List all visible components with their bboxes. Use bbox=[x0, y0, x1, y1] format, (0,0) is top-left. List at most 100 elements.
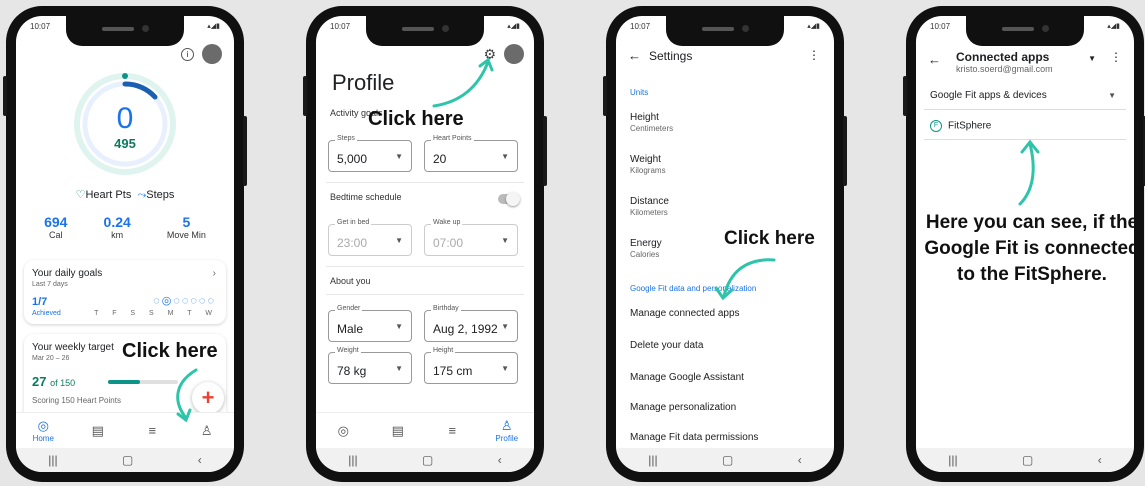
system-nav: ||| ▢ ‹ bbox=[316, 448, 534, 472]
back-arrow-icon[interactable]: ← bbox=[628, 48, 641, 63]
heart-points-goal-select[interactable]: Heart Points 20 ▼ bbox=[424, 135, 518, 172]
dropdown-icon: ▼ bbox=[395, 322, 403, 331]
tab-journal[interactable]: ▤ bbox=[78, 423, 118, 439]
steps-goal-value: 5,000 bbox=[337, 152, 368, 166]
connected-app-item[interactable]: F FitSphere bbox=[924, 114, 1126, 140]
birthday-select[interactable]: Birthday Aug 2, 1992 ▼ bbox=[424, 305, 518, 342]
recents-button[interactable]: ||| bbox=[348, 453, 357, 467]
setting-weight[interactable]: Weight Kilograms bbox=[630, 154, 666, 175]
heart-icon: ♡ bbox=[75, 189, 86, 201]
tab-home-label: Home bbox=[32, 434, 54, 443]
avatar[interactable] bbox=[202, 44, 222, 64]
legend-steps: Steps bbox=[146, 189, 175, 201]
delete-data-link[interactable]: Delete your data bbox=[630, 340, 703, 351]
status-time: 10:07 bbox=[330, 22, 351, 31]
get-in-bed-label: Get in bed bbox=[335, 219, 372, 226]
notch bbox=[966, 16, 1084, 46]
arrow-icon bbox=[1018, 139, 1040, 206]
setting-label: Height bbox=[630, 112, 659, 123]
back-nav-button[interactable]: ‹ bbox=[798, 453, 802, 467]
steps-label: Steps bbox=[335, 135, 357, 142]
gender-select[interactable]: Gender Male ▼ bbox=[328, 305, 412, 342]
status-time: 10:07 bbox=[630, 22, 651, 31]
tab-home[interactable]: ◎ Home bbox=[23, 418, 63, 443]
steps-value: 495 bbox=[114, 136, 136, 151]
dropdown-icon: ▼ bbox=[395, 236, 403, 245]
back-nav-button[interactable]: ‹ bbox=[198, 453, 202, 467]
weekly-scoring: Scoring 150 Heart Points bbox=[32, 396, 121, 405]
day-circles: ◌◎◌◌◌◌◌ bbox=[153, 295, 216, 307]
dropdown-icon: ▼ bbox=[395, 364, 403, 373]
recents-button[interactable]: ||| bbox=[648, 453, 657, 467]
stat-value: 0.24 bbox=[103, 214, 131, 230]
wake-up-select[interactable]: Wake up 07:00 ▼ bbox=[424, 219, 518, 256]
account-email: kristo.soerd@gmail.com bbox=[956, 64, 1053, 74]
daily-goals-title: Your daily goals bbox=[32, 268, 103, 279]
recents-button[interactable]: ||| bbox=[48, 453, 57, 467]
get-in-bed-value: 23:00 bbox=[337, 236, 368, 250]
back-arrow-icon[interactable]: ← bbox=[928, 52, 941, 67]
setting-label: Weight bbox=[630, 154, 661, 165]
home-nav-button[interactable]: ▢ bbox=[422, 453, 433, 467]
fitsphere-icon: F bbox=[930, 120, 942, 132]
divider bbox=[326, 294, 524, 295]
phone-home: 10:07 ▴◢▮ i 0 495 ♡Heart Pts ⤳Steps 694 Ca… bbox=[3, 6, 247, 482]
steps-icon: ⤳ bbox=[137, 189, 147, 201]
manage-connected-apps-link[interactable]: Manage connected apps bbox=[630, 308, 740, 319]
home-nav-button[interactable]: ▢ bbox=[722, 453, 733, 467]
day-labels: T F S S M T W bbox=[94, 310, 218, 317]
tab-home[interactable]: ◎ bbox=[323, 423, 363, 439]
arrow-icon bbox=[714, 258, 776, 301]
back-nav-button[interactable]: ‹ bbox=[1098, 453, 1102, 467]
more-vert-icon[interactable]: ⋮ bbox=[808, 48, 820, 62]
steps-goal-select[interactable]: Steps 5,000 ▼ bbox=[328, 135, 412, 172]
divider bbox=[326, 266, 524, 267]
bottom-tabs: ◎ ▤ ≡ ♙ Profile bbox=[316, 412, 534, 448]
setting-height[interactable]: Height Centimeters bbox=[630, 112, 673, 133]
annotation-click-1: Click here bbox=[122, 340, 218, 362]
gender-value: Male bbox=[337, 322, 364, 336]
stat-value: 5 bbox=[182, 214, 191, 230]
annotation-click-3: Click here bbox=[724, 228, 815, 249]
bedtime-toggle[interactable] bbox=[498, 192, 520, 206]
setting-value: Kilograms bbox=[630, 166, 666, 175]
avatar[interactable] bbox=[504, 44, 524, 64]
height-select[interactable]: Height 175 cm ▼ bbox=[424, 347, 518, 384]
apps-filter-select[interactable]: Google Fit apps & devices ▼ bbox=[924, 82, 1126, 110]
height-label: Height bbox=[431, 347, 456, 354]
connected-app-name: FitSphere bbox=[948, 120, 992, 132]
setting-value: Kilometers bbox=[630, 208, 668, 217]
tab-browse[interactable]: ≡ bbox=[432, 423, 472, 438]
system-nav: ||| ▢ ‹ bbox=[916, 448, 1134, 472]
notch bbox=[66, 16, 184, 46]
heart-points-label: Heart Points bbox=[431, 135, 474, 142]
info-icon[interactable]: i bbox=[181, 48, 194, 61]
page-title: Settings bbox=[649, 49, 693, 63]
legend-heart-pts: Heart Pts bbox=[85, 189, 132, 201]
manage-personalization-link[interactable]: Manage personalization bbox=[630, 402, 736, 413]
notch bbox=[666, 16, 784, 46]
tab-journal[interactable]: ▤ bbox=[378, 423, 418, 439]
weekly-progress-total: of 150 bbox=[50, 378, 76, 388]
setting-energy[interactable]: Energy Calories bbox=[630, 238, 662, 259]
home-nav-button[interactable]: ▢ bbox=[122, 453, 133, 467]
get-in-bed-select[interactable]: Get in bed 23:00 ▼ bbox=[328, 219, 412, 256]
status-time: 10:07 bbox=[930, 22, 951, 31]
account-dropdown-icon[interactable]: ▼ bbox=[1088, 54, 1096, 63]
daily-goals-card[interactable]: Your daily goals Last 7 days › 1/7 Achie… bbox=[24, 260, 226, 324]
tab-profile-label: Profile bbox=[495, 434, 519, 443]
tab-profile[interactable]: ♙ Profile bbox=[487, 418, 527, 443]
weight-select[interactable]: Weight 78 kg ▼ bbox=[328, 347, 412, 384]
home-nav-button[interactable]: ▢ bbox=[1022, 453, 1033, 467]
back-nav-button[interactable]: ‹ bbox=[498, 453, 502, 467]
more-vert-icon[interactable]: ⋮ bbox=[1110, 50, 1122, 64]
weight-label: Weight bbox=[335, 347, 361, 354]
apps-filter-value: Google Fit apps & devices bbox=[930, 90, 1047, 101]
birthday-label: Birthday bbox=[431, 305, 461, 312]
setting-distance[interactable]: Distance Kilometers bbox=[630, 196, 669, 217]
tab-browse[interactable]: ≡ bbox=[132, 423, 172, 438]
system-nav: ||| ▢ ‹ bbox=[616, 448, 834, 472]
manage-assistant-link[interactable]: Manage Google Assistant bbox=[630, 372, 744, 383]
recents-button[interactable]: ||| bbox=[948, 453, 957, 467]
manage-permissions-link[interactable]: Manage Fit data permissions bbox=[630, 432, 758, 443]
